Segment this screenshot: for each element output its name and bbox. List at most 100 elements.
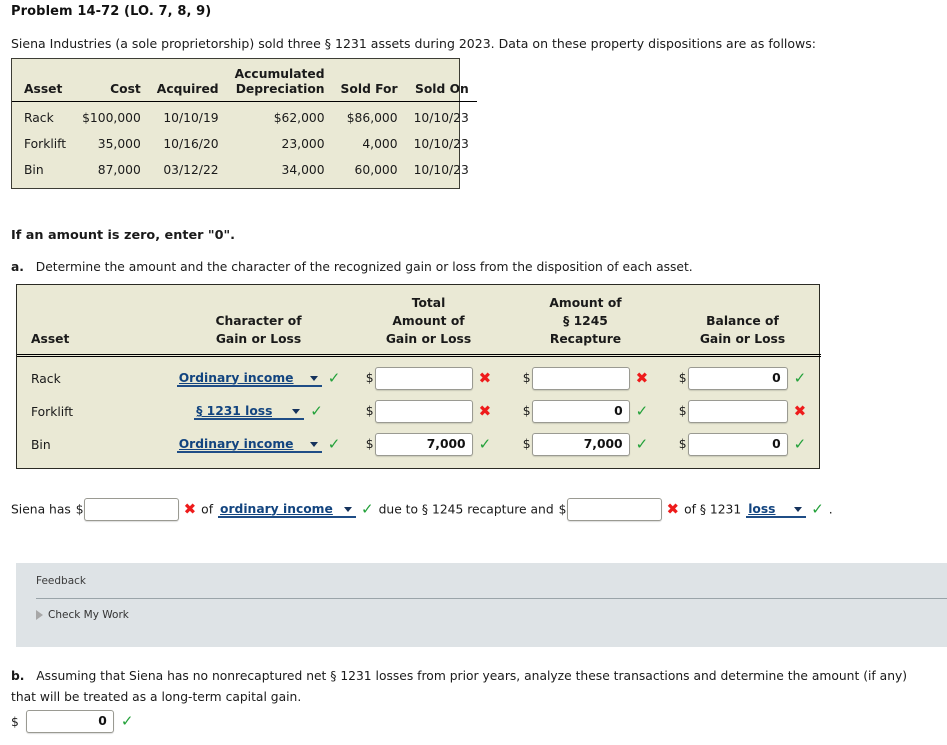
answer-cell-total-amount: $ (350, 428, 507, 468)
data-header-sup-blank-1 (12, 59, 74, 81)
part-a-label: a. (11, 260, 24, 274)
status-check-icon (328, 371, 341, 386)
data-cell-asset: Forklift (12, 131, 74, 157)
total-amount-input-bin[interactable] (375, 433, 473, 456)
chevron-down-icon (794, 507, 802, 512)
table-row: Forklift 35,000 10/16/20 23,000 4,000 10… (12, 131, 477, 157)
data-header-sup-blank-3 (149, 59, 227, 81)
data-header-depreciation: Depreciation (227, 81, 333, 102)
balance-input-bin[interactable] (688, 433, 788, 456)
dollar-sign: $ (679, 404, 687, 418)
recapture-input-rack[interactable] (532, 367, 630, 390)
data-cell-acquired: 03/12/22 (149, 157, 227, 188)
asset-data-table: Accumulated Asset Cost Acquired Deprecia… (11, 58, 460, 189)
status-cross-icon (184, 500, 197, 518)
status-check-icon (121, 714, 134, 729)
data-cell-sold-on: 10/10/23 (406, 157, 477, 188)
data-header-sup-blank-5 (333, 59, 406, 81)
problem-intro-text: Siena Industries (a sole proprietorship)… (11, 36, 816, 51)
dollar-sign: $ (366, 371, 374, 385)
summary-gainloss-select[interactable]: loss (746, 501, 806, 518)
table-row: Bin Ordinary income $ (17, 428, 821, 468)
answer-cell-balance: $ (664, 428, 821, 468)
answer-header-recapture-line3: Recapture (507, 330, 664, 356)
character-select-forklift[interactable]: § 1231 loss (194, 403, 304, 420)
part-b-label: b. (11, 669, 24, 683)
chevron-down-icon (310, 376, 318, 381)
status-cross-icon (794, 404, 807, 419)
data-cell-depreciation: 23,000 (227, 131, 333, 157)
answer-header-character-line3: Gain or Loss (167, 330, 350, 356)
part-a-answer-table: Total Amount of Character of Amount of §… (16, 284, 820, 469)
data-cell-acquired: 10/16/20 (149, 131, 227, 157)
feedback-divider (36, 598, 947, 599)
summary-amount1-input[interactable] (84, 498, 179, 521)
data-cell-cost: 35,000 (74, 131, 149, 157)
summary-character-select[interactable]: ordinary income (218, 501, 356, 518)
balance-input-rack[interactable] (688, 367, 788, 390)
part-a-prompt: a. Determine the amount and the characte… (11, 260, 693, 274)
part-b-prompt: b. Assuming that Siena has no nonrecaptu… (11, 666, 921, 708)
balance-input-forklift[interactable] (688, 400, 788, 423)
answer-cell-recapture: $ (507, 395, 664, 428)
data-cell-depreciation: $62,000 (227, 102, 333, 132)
part-a-text: Determine the amount and the character o… (36, 260, 693, 274)
answer-cell-total-amount: $ (350, 356, 507, 396)
character-select-rack[interactable]: Ordinary income (177, 370, 322, 387)
data-header-accumulated: Accumulated (227, 59, 333, 81)
part-b-amount-input[interactable] (26, 710, 114, 733)
summary-sentence: Siena has$ofordinary incomedue to § 1245… (11, 494, 941, 525)
dollar-sign: $ (366, 437, 374, 451)
data-header-acquired: Acquired (149, 81, 227, 102)
data-cell-cost: $100,000 (74, 102, 149, 132)
status-check-icon (310, 404, 323, 419)
status-check-icon (811, 500, 824, 518)
data-cell-sold-for: $86,000 (333, 102, 406, 132)
data-cell-depreciation: 34,000 (227, 157, 333, 188)
dollar-sign: $ (11, 715, 19, 729)
dollar-sign: $ (679, 437, 687, 451)
recapture-input-bin[interactable] (532, 433, 630, 456)
answer-header-blank-a1 (17, 285, 167, 312)
recapture-input-forklift[interactable] (532, 400, 630, 423)
dollar-sign: $ (366, 404, 374, 418)
status-check-icon (328, 437, 341, 452)
summary-amount2-input[interactable] (567, 498, 662, 521)
table-row: Bin 87,000 03/12/22 34,000 60,000 10/10/… (12, 157, 477, 188)
zero-amount-instruction: If an amount is zero, enter "0". (11, 228, 235, 243)
summary-lead-text: Siena has (11, 503, 71, 517)
data-cell-sold-for: 60,000 (333, 157, 406, 188)
answer-header-asset: Asset (17, 330, 167, 356)
answer-cell-recapture: $ (507, 428, 664, 468)
check-my-work-toggle[interactable]: Check My Work (36, 609, 129, 621)
data-cell-asset: Rack (12, 102, 74, 132)
answer-row-asset-label: Bin (17, 428, 167, 468)
status-check-icon (636, 404, 649, 419)
answer-header-recapture-line1: Amount of (507, 285, 664, 312)
table-row: Rack Ordinary income $ (17, 356, 821, 396)
answer-row-asset-label: Rack (17, 356, 167, 396)
status-check-icon (636, 437, 649, 452)
answer-cell-character: § 1231 loss (167, 395, 350, 428)
data-header-asset: Asset (12, 81, 74, 102)
answer-cell-recapture: $ (507, 356, 664, 396)
summary-of2-text: of § 1231 (684, 503, 741, 517)
total-amount-input-forklift[interactable] (375, 400, 473, 423)
answer-cell-total-amount: $ (350, 395, 507, 428)
answer-row-asset-label: Forklift (17, 395, 167, 428)
answer-cell-balance: $ (664, 395, 821, 428)
status-cross-icon (479, 404, 492, 419)
data-cell-sold-on: 10/10/23 (406, 102, 477, 132)
total-amount-input-rack[interactable] (375, 367, 473, 390)
dollar-sign: $ (523, 371, 531, 385)
summary-of1-text: of (201, 503, 213, 517)
data-header-sold-on: Sold On (406, 81, 477, 102)
answer-header-character-line1 (167, 285, 350, 312)
part-b-answer-row: $ (11, 710, 133, 733)
chevron-down-icon (310, 442, 318, 447)
dollar-sign: $ (76, 503, 84, 517)
character-select-bin[interactable]: Ordinary income (177, 436, 322, 453)
status-check-icon (794, 437, 807, 452)
dollar-sign: $ (679, 371, 687, 385)
data-header-cost: Cost (74, 81, 149, 102)
